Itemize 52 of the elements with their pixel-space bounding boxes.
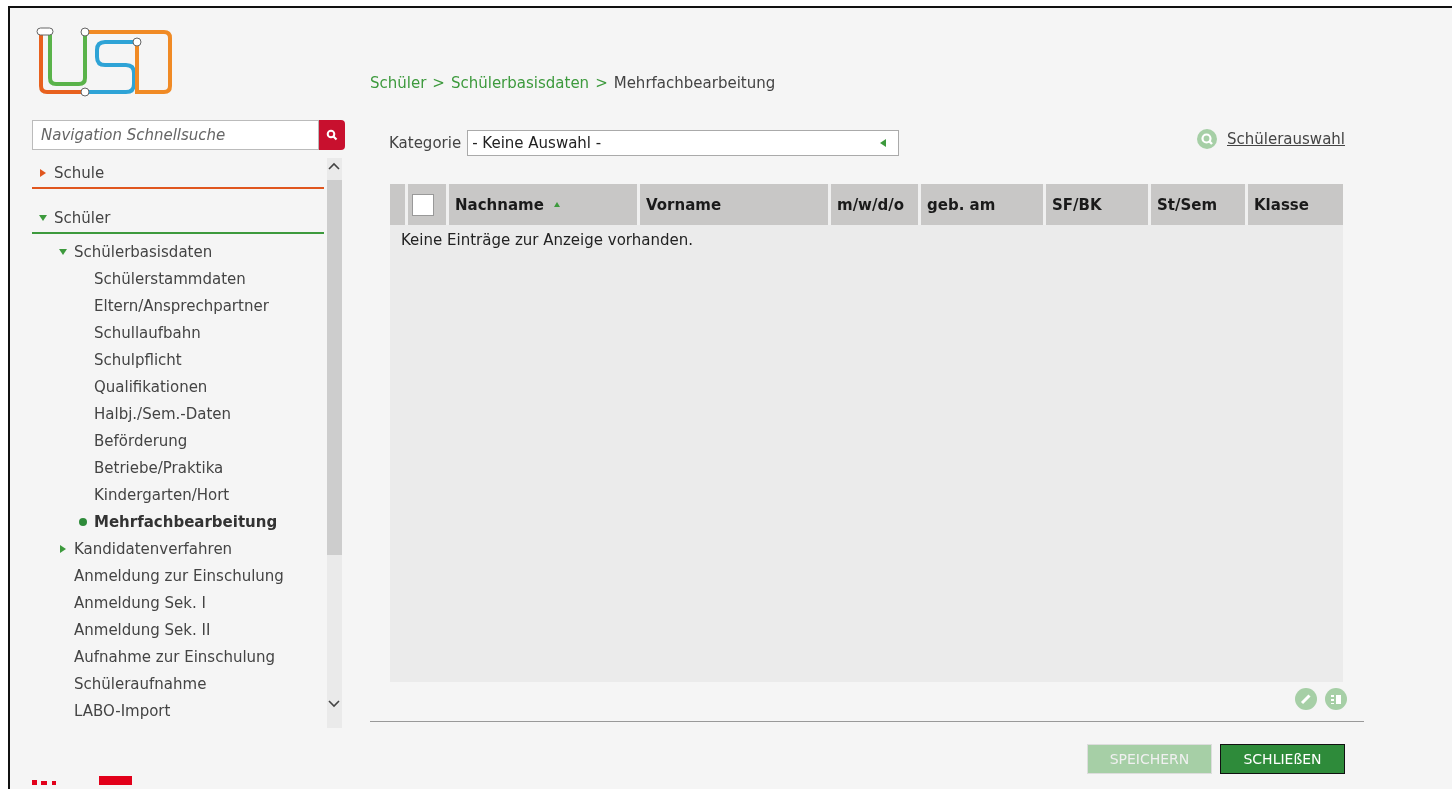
- nav-item[interactable]: Eltern/Ansprechpartner: [94, 296, 269, 315]
- column-header[interactable]: m/w/d/o: [828, 184, 918, 225]
- nav-item[interactable]: Anmeldung zur Einschulung: [74, 566, 284, 585]
- collapsed-arrow-icon[interactable]: [39, 168, 47, 177]
- nav-item[interactable]: Halbj./Sem.-Daten: [94, 404, 232, 423]
- column-header[interactable]: St/Sem: [1148, 184, 1245, 225]
- nav-item[interactable]: Kandidatenverfahren: [74, 539, 233, 558]
- nav-item[interactable]: Schülerstammdaten: [94, 269, 246, 288]
- category-dropdown[interactable]: - Keine Auswahl -: [467, 130, 900, 156]
- nav-item[interactable]: LABO-Import: [74, 701, 171, 720]
- close-button[interactable]: SCHLIEßEN: [1220, 744, 1345, 774]
- search-icon: [326, 129, 338, 141]
- select-all-checkbox[interactable]: [412, 193, 434, 216]
- spreadsheet-icon[interactable]: [1325, 688, 1347, 710]
- breadcrumb-separator: >: [595, 74, 608, 92]
- nav-item[interactable]: Schullaufbahn: [94, 323, 201, 342]
- scroll-down-icon[interactable]: [328, 700, 340, 708]
- nav-item[interactable]: Beförderung: [94, 431, 188, 450]
- nav-item[interactable]: Aufnahme zur Einschulung: [74, 647, 276, 666]
- category-label: Kategorie: [389, 134, 462, 152]
- nav-section[interactable]: Schüler: [32, 203, 324, 234]
- nav-item[interactable]: Schule: [54, 163, 105, 182]
- student-selection-link[interactable]: Schülerauswahl: [1227, 130, 1345, 148]
- nav-item[interactable]: Qualifikationen: [94, 377, 208, 396]
- dropdown-arrow-icon: [880, 139, 887, 147]
- scrollbar[interactable]: [327, 158, 342, 728]
- nav-item[interactable]: Betriebe/Praktika: [94, 458, 224, 477]
- search-button[interactable]: [319, 120, 345, 150]
- column-header[interactable]: Vorname: [637, 184, 828, 225]
- nav-item[interactable]: Mehrfachbearbeitung: [94, 512, 278, 531]
- nav-section[interactable]: Schule: [32, 158, 324, 189]
- nav-item[interactable]: Schüleraufnahme: [74, 674, 207, 693]
- column-header[interactable]: geb. am: [918, 184, 1043, 225]
- empty-message: Keine Einträge zur Anzeige vorhanden.: [401, 231, 693, 249]
- breadcrumb-separator: >: [432, 74, 445, 92]
- scroll-up-icon[interactable]: [328, 162, 340, 170]
- column-header[interactable]: SF/BK: [1043, 184, 1148, 225]
- nav-item[interactable]: Schülerbasisdaten: [74, 242, 213, 261]
- nav-item[interactable]: Kindergarten/Hort: [94, 485, 230, 504]
- search-icon: [1197, 129, 1217, 149]
- expanded-arrow-icon[interactable]: [59, 247, 67, 256]
- nav-item[interactable]: Anmeldung Sek. II: [74, 620, 211, 639]
- nav-item[interactable]: Schüler: [54, 208, 111, 227]
- pencil-icon[interactable]: [1295, 688, 1317, 710]
- nav-item[interactable]: Schulpflicht: [94, 350, 182, 369]
- collapsed-arrow-icon[interactable]: [59, 544, 67, 553]
- nav-item[interactable]: Anmeldung Sek. I: [74, 593, 206, 612]
- search-field[interactable]: Navigation Schnellsuche: [32, 120, 319, 150]
- breadcrumb-current: Mehrfachbearbeitung: [613, 74, 776, 92]
- column-header[interactable]: Klasse: [1245, 184, 1343, 225]
- expanded-arrow-icon[interactable]: [39, 213, 47, 222]
- column-header[interactable]: Nachname: [446, 184, 637, 225]
